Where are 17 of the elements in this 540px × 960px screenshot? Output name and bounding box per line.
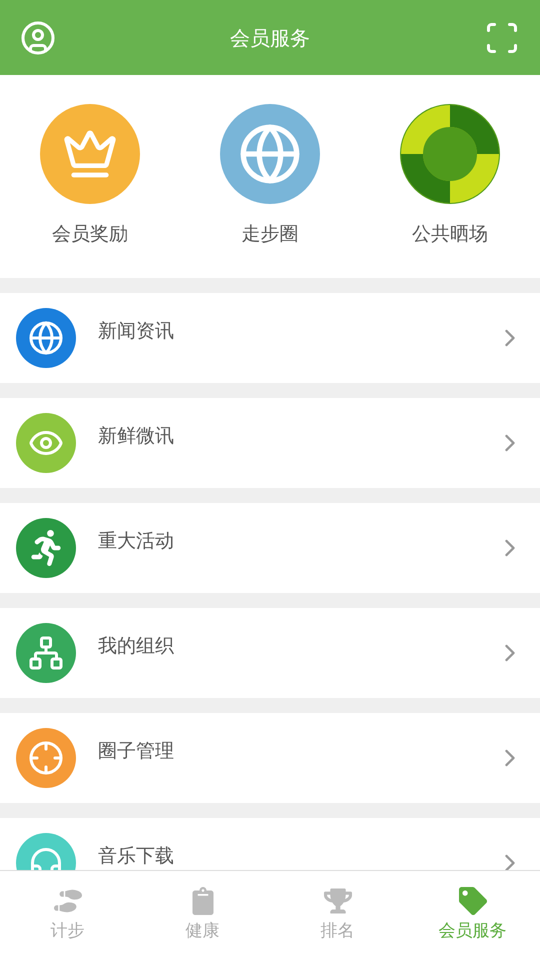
menu-row[interactable]: 新鲜微讯 xyxy=(0,398,540,488)
trophy-icon xyxy=(324,886,352,915)
menu-row[interactable]: 新闻资讯 xyxy=(0,293,540,383)
org-chart-icon xyxy=(28,635,64,671)
page-title: 会员服务 xyxy=(230,24,310,52)
target-icon xyxy=(28,740,64,776)
profile-button[interactable] xyxy=(20,20,56,56)
menu-row[interactable]: 音乐下载 xyxy=(0,818,540,870)
menu-row[interactable]: 重大活动 xyxy=(0,503,540,593)
tag-icon xyxy=(458,886,486,915)
globe-icon xyxy=(238,122,302,186)
feature-item[interactable]: 公共晒场 xyxy=(360,104,540,249)
feature-item[interactable]: 走步圈 xyxy=(180,104,360,249)
menu-row[interactable]: 圈子管理 xyxy=(0,713,540,803)
globe-icon xyxy=(28,320,64,356)
feature-item[interactable]: 会员奖励 xyxy=(0,104,180,249)
menu-row[interactable]: 我的组织 xyxy=(0,608,540,698)
